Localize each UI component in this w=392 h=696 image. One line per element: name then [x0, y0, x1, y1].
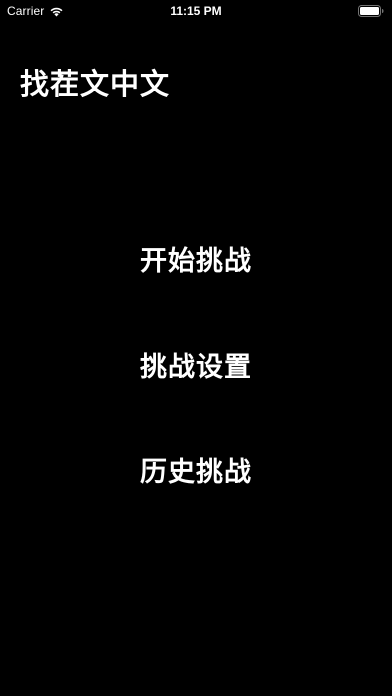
challenge-settings-button[interactable]: 挑战设置 — [96, 346, 296, 390]
battery-icon — [358, 5, 384, 17]
challenge-history-button[interactable]: 历史挑战 — [96, 451, 296, 495]
status-bar: Carrier 11:15 PM — [0, 0, 392, 22]
status-clock: 11:15 PM — [170, 4, 222, 18]
start-challenge-button[interactable]: 开始挑战 — [96, 240, 296, 284]
main-menu: 开始挑战 挑战设置 历史挑战 — [0, 0, 392, 696]
home-indicator — [129, 682, 263, 687]
app-title: 找茬文中文 — [20, 67, 171, 101]
